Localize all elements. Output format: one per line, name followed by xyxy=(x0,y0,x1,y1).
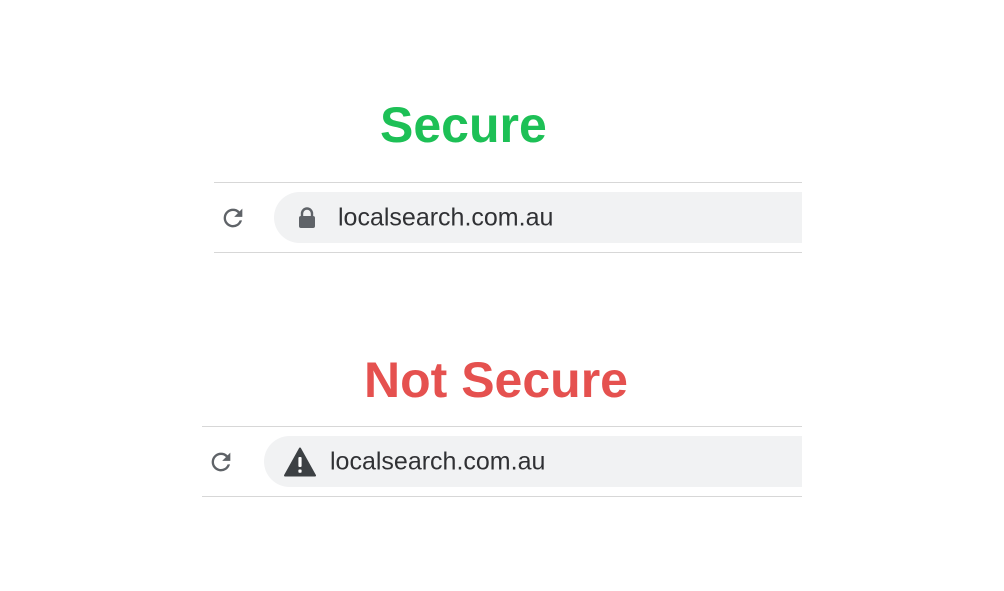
not-secure-heading: Not Secure xyxy=(364,352,628,408)
omnibox[interactable]: localsearch.com.au xyxy=(274,192,802,243)
reload-icon[interactable] xyxy=(219,204,247,232)
reload-icon[interactable] xyxy=(207,448,235,476)
warning-icon[interactable] xyxy=(284,447,316,477)
secure-heading: Secure xyxy=(380,97,547,153)
lock-icon[interactable] xyxy=(297,206,317,229)
url-text[interactable]: localsearch.com.au xyxy=(330,449,545,474)
url-text[interactable]: localsearch.com.au xyxy=(338,205,553,230)
not-secure-address-bar: localsearch.com.au xyxy=(202,426,802,497)
omnibox[interactable]: localsearch.com.au xyxy=(264,436,802,487)
secure-address-bar: localsearch.com.au xyxy=(214,182,802,253)
